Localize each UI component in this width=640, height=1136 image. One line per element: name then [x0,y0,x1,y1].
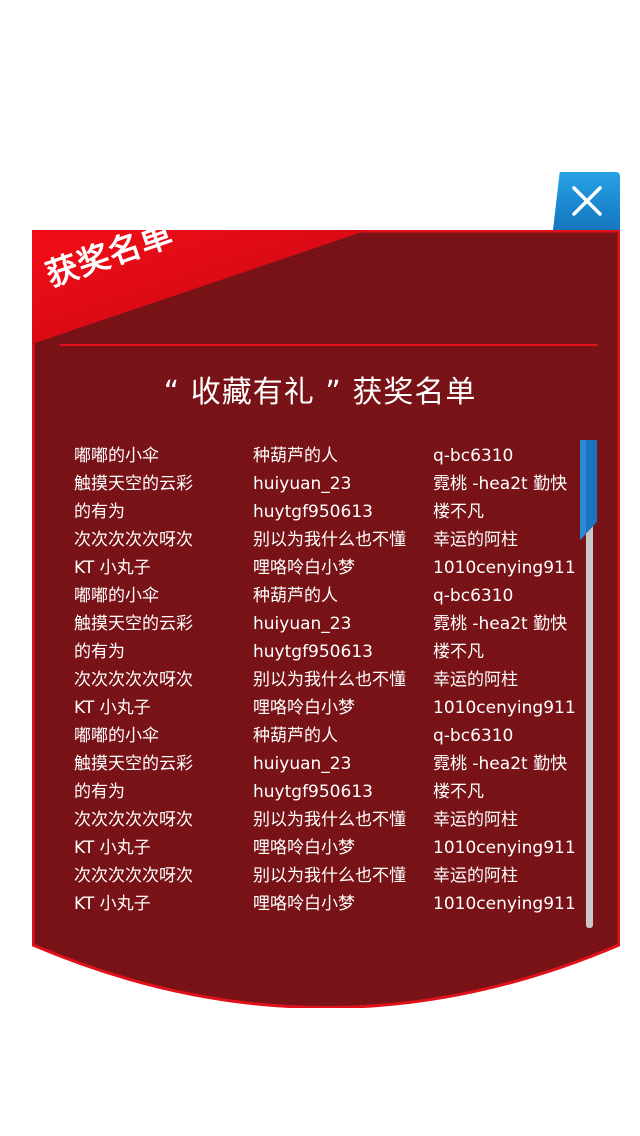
winner-name: 别以为我什么也不懂 [253,866,406,886]
winner-name: 楼不凡 [433,642,484,662]
winner-name: 的有为 [74,502,125,522]
header-divider [60,344,598,346]
list-item: KT 小丸子 哩咯呤白小梦 1010cenying911 [74,554,576,582]
winner-name: 霓桃 -hea2t 勤快 [433,474,568,494]
winner-name: huytgf950613 [253,502,373,522]
winners-list[interactable]: 嘟嘟的小伞 种葫芦的人 q-bc6310 触摸天空的云彩 huiyuan_23 霓桃 -h… [74,442,576,918]
winner-name: huytgf950613 [253,782,373,802]
winner-name: 1010cenying911 [433,838,576,858]
winner-name: 种葫芦的人 [253,586,338,606]
winner-name: 种葫芦的人 [253,446,338,466]
list-item: 触摸天空的云彩 huiyuan_23 霓桃 -hea2t 勤快 [74,750,574,778]
list-item: 嘟嘟的小伞 种葫芦的人 q-bc6310 [74,582,574,610]
winner-name: 的有为 [74,642,125,662]
winner-name: KT 小丸子 [74,838,151,858]
winner-name: 次次次次次呀次 [74,530,193,550]
winner-name: 哩咯呤白小梦 [253,698,355,718]
winner-name: 别以为我什么也不懂 [253,530,406,550]
winner-name: 触摸天空的云彩 [74,474,193,494]
winner-name: 触摸天空的云彩 [74,614,193,634]
winner-name: KT 小丸子 [74,698,151,718]
list-item: 嘟嘟的小伞 种葫芦的人 q-bc6310 [74,442,574,470]
winner-name: q-bc6310 [433,446,514,466]
list-item: 的有为 huytgf950613 楼不凡 [74,778,574,806]
list-item: 触摸天空的云彩 huiyuan_23 霓桃 -hea2t 勤快 [74,610,574,638]
winner-name: 霓桃 -hea2t 勤快 [433,614,568,634]
winner-name: 幸运的阿柱 [433,530,518,550]
list-item: 次次次次次呀次 别以为我什么也不懂 幸运的阿柱 [74,806,574,834]
list-item: 的有为 huytgf950613 楼不凡 [74,498,574,526]
list-item: 嘟嘟的小伞 种葫芦的人 q-bc6310 [74,722,574,750]
list-item: KT 小丸子 哩咯呤白小梦 1010cenying911 [74,890,576,918]
winner-name: 楼不凡 [433,502,484,522]
winner-name: huiyuan_23 [253,474,352,494]
scrollbar-thumb[interactable] [580,440,597,540]
winner-name: KT 小丸子 [74,894,151,914]
winner-name: 别以为我什么也不懂 [253,810,406,830]
winner-name: 幸运的阿柱 [433,810,518,830]
winner-name: 的有为 [74,782,125,802]
list-item: 次次次次次呀次 别以为我什么也不懂 幸运的阿柱 [74,526,574,554]
winner-name: KT 小丸子 [74,558,151,578]
winner-name: 嘟嘟的小伞 [74,726,159,746]
page-title: “ 收藏有礼 ” 获奖名单 [163,375,477,410]
list-item: KT 小丸子 哩咯呤白小梦 1010cenying911 [74,694,576,722]
winner-name: q-bc6310 [433,726,514,746]
winner-name: 1010cenying911 [433,698,576,718]
winner-name: 哩咯呤白小梦 [253,558,355,578]
winner-name: 楼不凡 [433,782,484,802]
close-button[interactable] [553,172,620,230]
winner-name: 嘟嘟的小伞 [74,586,159,606]
winner-name: 1010cenying911 [433,894,576,914]
winner-name: 霓桃 -hea2t 勤快 [433,754,568,774]
winner-name: 1010cenying911 [433,558,576,578]
list-item: 次次次次次呀次 别以为我什么也不懂 幸运的阿柱 [74,862,574,890]
list-item: 的有为 huytgf950613 楼不凡 [74,638,574,666]
list-item: 触摸天空的云彩 huiyuan_23 霓桃 -hea2t 勤快 [74,470,574,498]
winner-name: 种葫芦的人 [253,726,338,746]
winner-name: huiyuan_23 [253,754,352,774]
winner-name: 次次次次次呀次 [74,810,193,830]
close-icon [571,186,602,216]
winner-name: 别以为我什么也不懂 [253,670,406,690]
winner-name: huytgf950613 [253,642,373,662]
list-item: 次次次次次呀次 别以为我什么也不懂 幸运的阿柱 [74,666,574,694]
winner-name: 次次次次次呀次 [74,866,193,886]
winner-name: 幸运的阿柱 [433,866,518,886]
winner-name: 哩咯呤白小梦 [253,838,355,858]
list-item: KT 小丸子 哩咯呤白小梦 1010cenying911 [74,834,576,862]
winner-name: 幸运的阿柱 [433,670,518,690]
winner-name: 触摸天空的云彩 [74,754,193,774]
winner-name: 哩咯呤白小梦 [253,894,355,914]
winner-name: 嘟嘟的小伞 [74,446,159,466]
winner-name: huiyuan_23 [253,614,352,634]
winner-name: q-bc6310 [433,586,514,606]
winner-name: 次次次次次呀次 [74,670,193,690]
